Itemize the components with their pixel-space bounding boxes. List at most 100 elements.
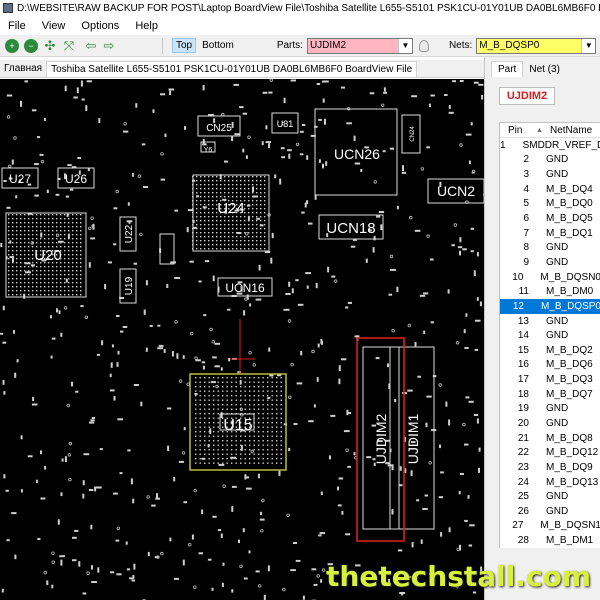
tab-boardview-file[interactable]: Toshiba Satellite L655-S5101 PSK1CU-01Y0…	[46, 61, 418, 77]
via	[295, 142, 300, 147]
table-row[interactable]: 1SMDDR_VREF_DQ1	[500, 138, 600, 153]
zoom-fit-icon[interactable]: ✣	[43, 38, 57, 53]
nets-value[interactable]: M_B_DQSP0	[477, 38, 582, 53]
table-row[interactable]: 21 M_B_DQ8	[500, 431, 600, 446]
net-name: M_B_DM0	[546, 286, 594, 298]
sort-up-icon[interactable]: ▲	[536, 127, 546, 134]
parts-value[interactable]: UJDIM2	[307, 38, 398, 53]
table-row[interactable]: 27 M_B_DQSN1	[500, 519, 600, 534]
ball-pad	[208, 224, 210, 226]
ball-pad	[204, 196, 206, 198]
table-row[interactable]: 16 M_B_DQ6	[500, 358, 600, 373]
lightbulb-icon[interactable]	[418, 39, 429, 52]
net-name: M_B_DQ3	[546, 374, 593, 386]
ball-pad	[213, 413, 215, 415]
table-row[interactable]: 13 GND	[500, 314, 600, 329]
menu-view[interactable]: View	[34, 20, 74, 32]
table-row[interactable]: 17 M_B_DQ3	[500, 372, 600, 387]
ball-pad	[195, 395, 197, 397]
table-row[interactable]: 10 M_B_DQSN0	[500, 270, 600, 285]
column-header-pin[interactable]: Pin	[500, 125, 536, 136]
table-row[interactable]: 26 GND	[500, 504, 600, 519]
column-header-netname[interactable]: NetName	[546, 125, 592, 136]
zoom-out-icon[interactable]: −	[24, 38, 38, 53]
smd-pad	[145, 347, 148, 352]
ball-pad	[204, 220, 206, 222]
menu-help[interactable]: Help	[127, 20, 166, 32]
board-view-canvas[interactable]: CN25 U31 UCN26 Y6 U27 U26 U24 UCN2 UCN18 U20 UCN16…	[0, 79, 484, 600]
ball-pad	[208, 417, 210, 419]
ball-pad	[231, 381, 233, 383]
table-row[interactable]: 24 M_B_DQ13	[500, 475, 600, 490]
table-row[interactable]: 4 M_B_DQ4	[500, 182, 600, 197]
ball-pad	[60, 238, 62, 240]
nets-combo[interactable]: M_B_DQSP0 ▼	[476, 37, 597, 54]
ball-pad	[48, 222, 50, 224]
ball-pad	[244, 236, 246, 238]
chevron-down-icon[interactable]: ▼	[581, 38, 596, 53]
zoom-reset-icon[interactable]: ⤧	[62, 38, 76, 53]
table-row[interactable]: 7 M_B_DQ1	[500, 226, 600, 241]
forward-arrow-icon[interactable]: ⇨	[102, 38, 116, 53]
ball-pad	[258, 381, 260, 383]
tab-net[interactable]: Net (3)	[523, 62, 566, 77]
table-row[interactable]: 15 M_B_DQ2	[500, 343, 600, 358]
smd-pad	[396, 205, 399, 210]
table-row[interactable]: 5 M_B_DQ0	[500, 197, 600, 212]
ball-pad	[276, 413, 278, 415]
table-row[interactable]: 14 GND	[500, 328, 600, 343]
table-row[interactable]: 11 M_B_DM0	[500, 284, 600, 299]
u20-label: U20	[34, 247, 62, 264]
table-row[interactable]: 12 M_B_DQSP0	[500, 299, 600, 314]
parts-label: Parts:	[276, 40, 303, 51]
table-row[interactable]: 19 GND	[500, 402, 600, 417]
parts-combo[interactable]: UJDIM2 ▼	[306, 37, 413, 54]
menu-options[interactable]: Options	[73, 20, 127, 32]
ball-pad	[231, 458, 233, 460]
smd-pad	[245, 155, 248, 159]
ball-pad	[72, 262, 74, 264]
ball-pad	[226, 390, 228, 392]
zoom-in-icon[interactable]: +	[5, 38, 19, 53]
ball-pad	[235, 399, 237, 401]
ball-pad	[248, 208, 250, 210]
ball-pad	[271, 458, 273, 460]
ball-pad	[208, 386, 210, 388]
table-row[interactable]: 23 M_B_DQ9	[500, 460, 600, 475]
smd-pad	[90, 237, 95, 240]
table-row[interactable]: 8 GND	[500, 240, 600, 255]
tab-part[interactable]: Part	[491, 61, 524, 77]
table-row[interactable]: 9 GND	[500, 255, 600, 270]
ball-pad	[196, 224, 198, 226]
back-arrow-icon[interactable]: ⇦	[84, 38, 98, 53]
smd-pad	[325, 161, 328, 166]
smd-pad	[117, 418, 124, 421]
ball-pad	[258, 399, 260, 401]
chevron-down-icon[interactable]: ▼	[397, 38, 412, 53]
ball-pad	[72, 250, 74, 252]
smd-pad	[430, 94, 435, 97]
ball-pad	[195, 399, 197, 401]
ball-pad	[208, 236, 210, 238]
smd-pad	[203, 314, 207, 317]
menu-file[interactable]: File	[0, 20, 34, 32]
ball-pad	[216, 224, 218, 226]
ball-pad	[228, 220, 230, 222]
table-row[interactable]: 25 GND	[500, 489, 600, 504]
layer-bottom-button[interactable]: Bottom	[199, 39, 237, 52]
smd-pad	[85, 105, 88, 111]
ball-pad	[199, 386, 201, 388]
table-row[interactable]: 6 M_B_DQ5	[500, 211, 600, 226]
table-row[interactable]: 20 GND	[500, 416, 600, 431]
layer-top-button[interactable]: Top	[172, 38, 197, 53]
ball-pad	[253, 386, 255, 388]
ball-pad	[32, 218, 34, 220]
table-row[interactable]: 22 M_B_DQ12	[500, 445, 600, 460]
table-row[interactable]: 28 M_B_DM1	[500, 533, 600, 548]
table-row[interactable]: 3 GND	[500, 167, 600, 182]
smd-pad	[283, 97, 286, 104]
ball-pad	[64, 262, 66, 264]
table-row[interactable]: 2 GND	[500, 153, 600, 168]
tab-home[interactable]: Главная	[0, 61, 46, 77]
table-row[interactable]: 18 M_B_DQ7	[500, 387, 600, 402]
